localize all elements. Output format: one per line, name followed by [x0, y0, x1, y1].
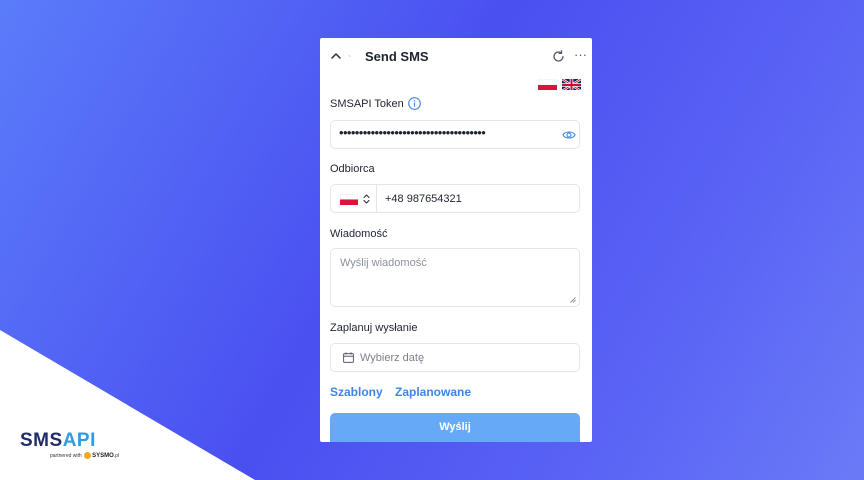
- scheduled-link[interactable]: Zaplanowane: [395, 385, 471, 399]
- token-masked-value: •••••••••••••••••••••••••••••••••••••: [339, 125, 486, 140]
- sysmo-name: SYSMO: [92, 452, 114, 459]
- templates-link[interactable]: Szablony: [330, 385, 383, 399]
- smsapi-brand-logo: SMSAPI partnered with SYSMO.pl: [20, 430, 130, 464]
- language-pl-flag[interactable]: [538, 78, 557, 90]
- chevron-updown-icon: [363, 194, 370, 204]
- resize-grip-icon[interactable]: [570, 297, 576, 303]
- phone-number-value[interactable]: +48 987654321: [385, 193, 462, 205]
- schedule-date-picker[interactable]: Wybierz datę: [330, 343, 580, 372]
- chevron-up-icon[interactable]: [330, 50, 342, 62]
- brand-name-part2: API: [62, 430, 96, 451]
- panel-header: ~ Send SMS ···: [320, 38, 592, 76]
- date-placeholder: Wybierz datę: [360, 352, 425, 364]
- more-options-icon[interactable]: ···: [574, 47, 587, 62]
- brand-name: SMSAPI: [20, 430, 96, 452]
- recipient-label: Odbiorca: [330, 163, 375, 175]
- info-icon[interactable]: [408, 97, 421, 110]
- token-label: SMSAPI Token: [330, 98, 404, 110]
- refresh-icon[interactable]: [552, 50, 565, 63]
- recipient-phone-field[interactable]: +48 987654321: [330, 184, 580, 213]
- language-en-flag[interactable]: [562, 78, 581, 90]
- sysmo-logo-icon: [84, 452, 92, 459]
- partnered-with-text: partnered with: [50, 452, 82, 459]
- poland-flag-icon: [340, 194, 358, 205]
- partner-note: partnered with SYSMO.pl: [50, 452, 119, 459]
- widget-logo: ~: [348, 54, 352, 60]
- send-button[interactable]: Wyślij: [330, 413, 580, 442]
- token-input[interactable]: •••••••••••••••••••••••••••••••••••••: [330, 120, 580, 149]
- calendar-icon: [343, 352, 354, 363]
- message-label: Wiadomość: [330, 228, 388, 240]
- brand-name-part1: SMS: [20, 430, 63, 451]
- message-field[interactable]: [330, 248, 580, 307]
- show-password-eye-icon[interactable]: [562, 129, 576, 141]
- country-select[interactable]: [331, 185, 377, 212]
- schedule-label: Zaplanuj wysłanie: [330, 322, 418, 334]
- sysmo-suffix: .pl: [113, 452, 120, 459]
- send-sms-panel: ~ Send SMS ··· SMSAPI Token ••••••••••••…: [320, 38, 592, 442]
- message-textarea[interactable]: [331, 249, 579, 306]
- panel-title: Send SMS: [365, 49, 429, 64]
